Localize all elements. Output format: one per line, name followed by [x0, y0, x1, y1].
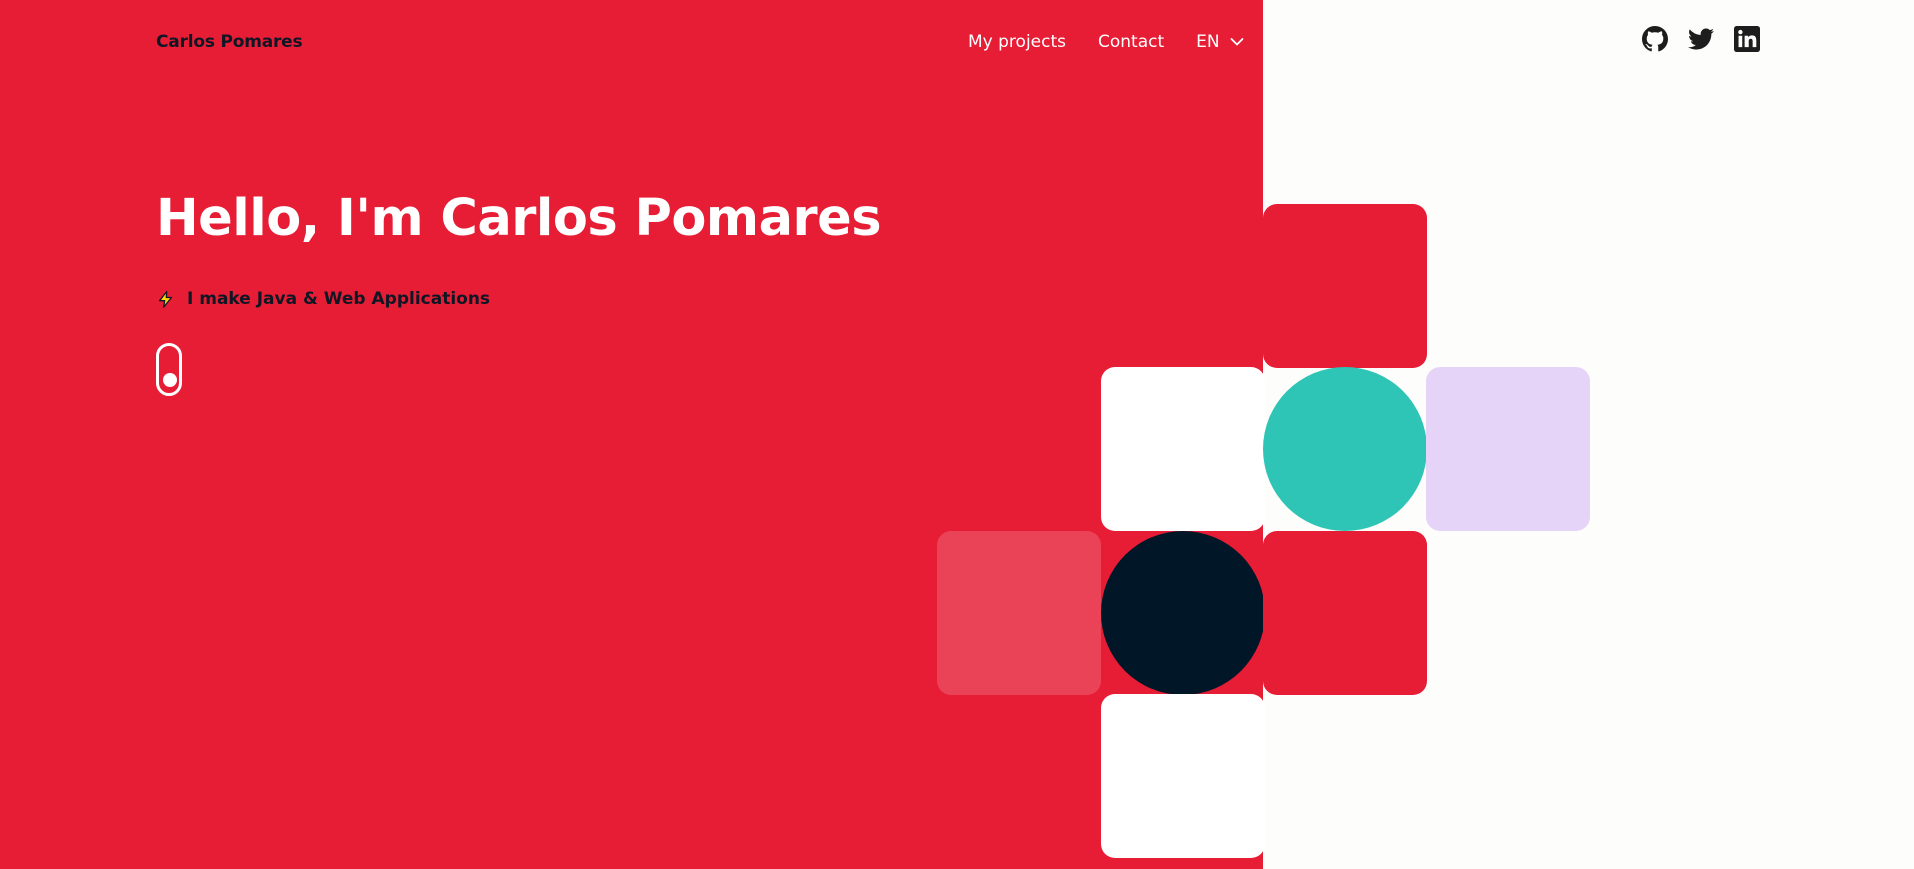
mouse-scroll-icon[interactable] — [156, 343, 182, 396]
language-selector[interactable]: EN — [1196, 32, 1244, 52]
deco-circle-teal — [1263, 367, 1427, 531]
chevron-down-icon — [1230, 38, 1244, 46]
nav-link-contact[interactable]: Contact — [1098, 30, 1164, 54]
brand-logo-link[interactable]: Carlos Pomares — [156, 30, 303, 54]
deco-tile-red-lower — [1263, 531, 1427, 695]
deco-tile-red-top — [1263, 204, 1427, 368]
nav-link-my-projects[interactable]: My projects — [968, 30, 1066, 54]
deco-circle-dark — [1101, 531, 1265, 695]
deco-tile-white-upper — [1101, 367, 1265, 531]
github-icon[interactable] — [1642, 26, 1668, 52]
scroll-indicator-dot — [163, 373, 177, 387]
hero-tagline: I make Java & Web Applications — [156, 287, 490, 311]
social-links — [1642, 26, 1760, 52]
hero-title: Hello, I'm Carlos Pomares — [156, 189, 882, 248]
main-nav: My projects Contact EN — [968, 30, 1244, 54]
deco-tile-light-red — [937, 531, 1101, 695]
deco-tile-white-bottom — [1101, 694, 1265, 858]
page: Carlos Pomares My projects Contact EN He… — [0, 0, 1914, 869]
deco-tile-lavender — [1426, 367, 1590, 531]
hero-tagline-text: I make Java & Web Applications — [187, 289, 491, 309]
hero-red-panel — [0, 0, 1263, 869]
language-selector-label: EN — [1196, 32, 1220, 52]
linkedin-icon[interactable] — [1734, 26, 1760, 52]
lightning-icon — [158, 290, 173, 308]
twitter-icon[interactable] — [1688, 26, 1714, 52]
